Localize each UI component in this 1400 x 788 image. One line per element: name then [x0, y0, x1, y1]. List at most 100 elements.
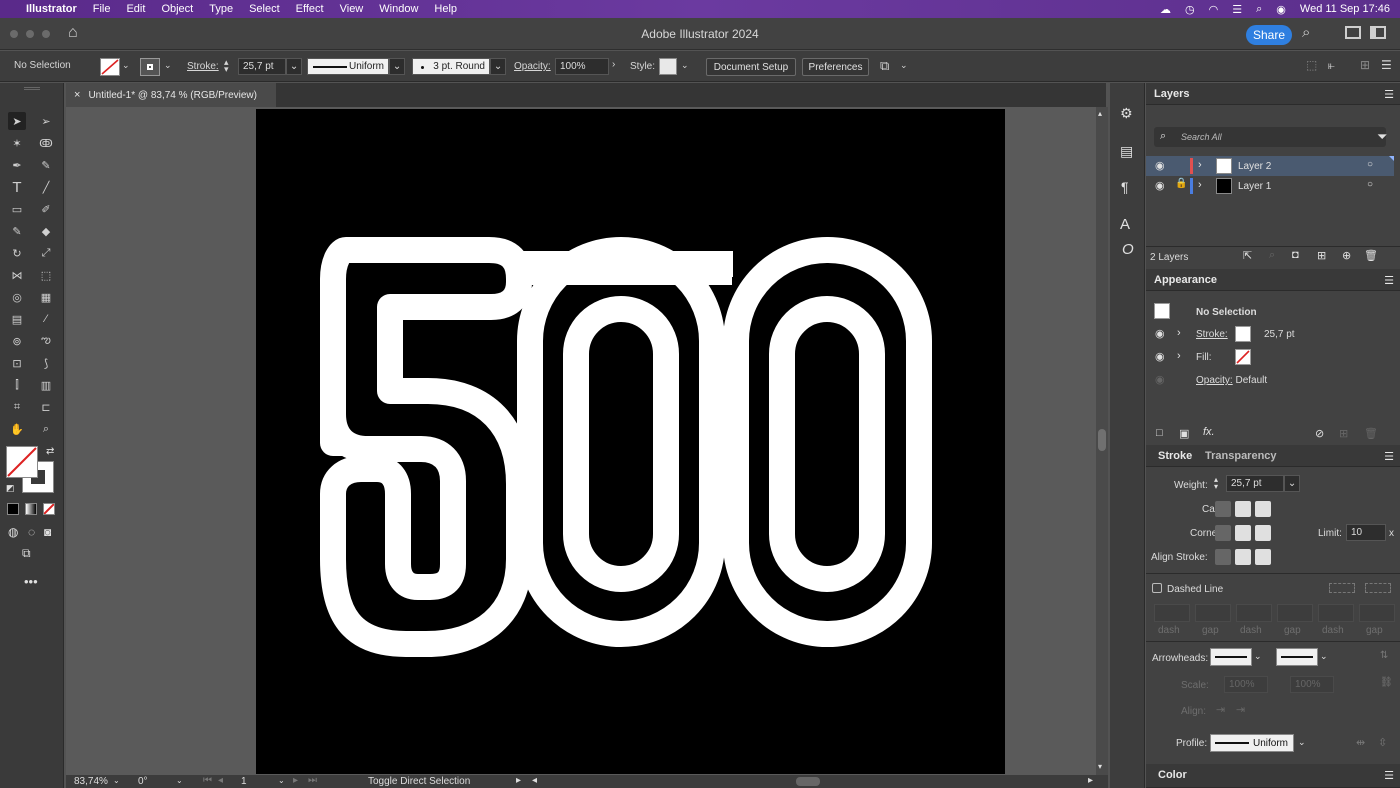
layers-menu-icon[interactable]: ☰: [1384, 88, 1394, 101]
document-setup-button[interactable]: Document Setup: [706, 58, 796, 76]
rotation-value[interactable]: 0°: [138, 776, 148, 787]
menu-app-name[interactable]: Illustrator: [26, 3, 77, 15]
style-dropdown-icon[interactable]: ⌄: [681, 60, 689, 71]
close-tab-icon[interactable]: ×: [74, 89, 80, 101]
siri-icon[interactable]: ◉: [1276, 3, 1286, 16]
menu-object[interactable]: Object: [161, 3, 193, 15]
limit-input[interactable]: 10: [1346, 524, 1386, 541]
miter-join-icon[interactable]: [1215, 525, 1231, 541]
opacity-visibility-icon[interactable]: ◉: [1155, 373, 1165, 386]
panel-menu-icon[interactable]: ☰: [1381, 58, 1392, 72]
dash-input-1[interactable]: [1154, 604, 1190, 622]
layer-target-icon[interactable]: ○: [1367, 159, 1373, 170]
menu-type[interactable]: Type: [209, 3, 233, 15]
eyedropper-tool-icon[interactable]: ⁄: [37, 310, 55, 328]
swap-arrowheads-icon[interactable]: ⇅: [1380, 650, 1388, 661]
color-menu-icon[interactable]: ☰: [1384, 769, 1394, 782]
isolate-icon[interactable]: ⊞: [1360, 58, 1370, 72]
direct-selection-tool-icon[interactable]: ➢: [37, 112, 55, 130]
symbol-sprayer-tool-icon[interactable]: ఌ: [37, 332, 55, 350]
scroll-left-icon[interactable]: ◂: [532, 775, 537, 786]
gap-input-1[interactable]: [1195, 604, 1231, 622]
magic-wand-tool-icon[interactable]: ✶: [8, 134, 26, 152]
status-menu-icon[interactable]: ▸: [516, 775, 521, 786]
fill-swatch[interactable]: [100, 58, 120, 76]
artboard[interactable]: [256, 109, 1005, 774]
delete-layer-icon[interactable]: 🗑: [1364, 249, 1378, 262]
projecting-cap-icon[interactable]: [1255, 501, 1271, 517]
scroll-right-icon[interactable]: ▸: [1088, 775, 1093, 786]
menu-file[interactable]: File: [93, 3, 111, 15]
color-mode-icon[interactable]: [7, 503, 19, 515]
last-artboard-icon[interactable]: ⏭: [308, 775, 317, 786]
start-scale-input[interactable]: 100%: [1224, 676, 1268, 693]
control-center-icon[interactable]: ☰: [1232, 3, 1242, 16]
clear-appearance-icon[interactable]: ⊘: [1315, 427, 1324, 440]
artboard-tool-icon[interactable]: ⊡: [8, 354, 26, 372]
column-graph-tool-icon[interactable]: ▥: [37, 376, 55, 394]
appearance-menu-icon[interactable]: ☰: [1384, 274, 1394, 287]
arrange-dropdown-icon[interactable]: ⌄: [900, 60, 908, 71]
end-arrowhead-dropdown-icon[interactable]: ⌄: [1320, 651, 1328, 662]
swap-fill-stroke-icon[interactable]: ⇄: [46, 446, 54, 457]
zoom-window-icon[interactable]: [42, 30, 50, 38]
stroke-dropdown-icon[interactable]: ⌄: [164, 60, 172, 71]
variable-width-profile[interactable]: Uniform: [307, 58, 389, 75]
stroke-label[interactable]: Stroke:: [187, 61, 219, 72]
flip-across-icon[interactable]: ⇳: [1378, 736, 1387, 749]
scale-tool-icon[interactable]: ⤢: [37, 244, 55, 262]
weight-input[interactable]: 25,7 pt: [1226, 475, 1284, 492]
menu-effect[interactable]: Effect: [296, 3, 324, 15]
minimize-window-icon[interactable]: [26, 30, 34, 38]
default-fill-stroke-icon[interactable]: ◩: [6, 483, 15, 494]
align-icon[interactable]: ⫦: [1328, 58, 1335, 73]
perspective-grid-tool-icon[interactable]: ▦: [37, 288, 55, 306]
stroke-weight-input[interactable]: 25,7 pt: [238, 58, 286, 75]
layer-target-icon[interactable]: ○: [1367, 179, 1373, 190]
stroke-weight-dropdown-icon[interactable]: ⌄: [286, 58, 302, 75]
locate-object-icon[interactable]: ⌕: [1269, 249, 1275, 262]
menu-view[interactable]: View: [340, 3, 364, 15]
scroll-up-icon[interactable]: ▴: [1098, 109, 1102, 118]
opacity-input[interactable]: 100%: [555, 58, 609, 75]
align-inside-icon[interactable]: [1235, 549, 1251, 565]
time-machine-icon[interactable]: ◷: [1185, 3, 1195, 16]
new-layer-icon[interactable]: ⊕: [1342, 249, 1351, 262]
tab-transparency[interactable]: Transparency: [1205, 450, 1277, 462]
artboard-dropdown-icon[interactable]: ⌄: [278, 776, 285, 785]
selection-tool-icon[interactable]: ➤: [8, 112, 26, 130]
close-window-icon[interactable]: [10, 30, 18, 38]
profile-select[interactable]: Uniform: [1210, 734, 1294, 752]
stroke-swatch[interactable]: [140, 58, 160, 76]
end-arrowhead-select[interactable]: [1276, 648, 1318, 666]
preserve-dashes-icon[interactable]: [1329, 583, 1355, 593]
appearance-stroke-value[interactable]: 25,7 pt: [1264, 329, 1295, 340]
graphic-style-swatch[interactable]: [659, 58, 677, 75]
fill-expand-icon[interactable]: ›: [1177, 350, 1181, 362]
layers-panel-title[interactable]: Layers: [1154, 88, 1189, 100]
arrow-tip-at-end-icon[interactable]: ⇥: [1236, 703, 1245, 716]
brush-definition[interactable]: 3 pt. Round: [412, 58, 490, 75]
menu-select[interactable]: Select: [249, 3, 280, 15]
screen-mode-icon[interactable]: ⧉: [22, 546, 31, 561]
draw-inside-icon[interactable]: ◙: [44, 525, 51, 539]
round-cap-icon[interactable]: [1235, 501, 1251, 517]
properties-icon[interactable]: ⚙: [1120, 105, 1133, 122]
layer-row-layer-1[interactable]: ◉ 🔒 › Layer 1 ○: [1146, 176, 1394, 196]
hand-tool-icon[interactable]: ✋: [8, 420, 26, 438]
weight-stepper-icon[interactable]: ▴ ▾: [1214, 476, 1218, 491]
dashed-line-checkbox[interactable]: [1152, 583, 1162, 593]
filter-icon[interactable]: ⏷: [1377, 129, 1387, 145]
vertical-scroll-thumb[interactable]: [1098, 429, 1106, 451]
expand-layer-icon[interactable]: ›: [1198, 159, 1202, 171]
pen-tool-icon[interactable]: ✒: [8, 156, 26, 174]
next-artboard-icon[interactable]: ▸: [293, 775, 298, 786]
search-icon[interactable]: ⌕: [1302, 24, 1310, 41]
zoom-dropdown-icon[interactable]: ⌄: [113, 776, 120, 785]
visibility-eye-icon[interactable]: ◉: [1155, 159, 1165, 172]
rotate-tool-icon[interactable]: ↻: [8, 244, 26, 262]
stroke-menu-icon[interactable]: ☰: [1384, 450, 1394, 463]
share-button[interactable]: Share: [1246, 25, 1292, 45]
paragraph-icon[interactable]: ¶: [1121, 179, 1129, 195]
horizontal-scroll-thumb[interactable]: [796, 777, 820, 786]
